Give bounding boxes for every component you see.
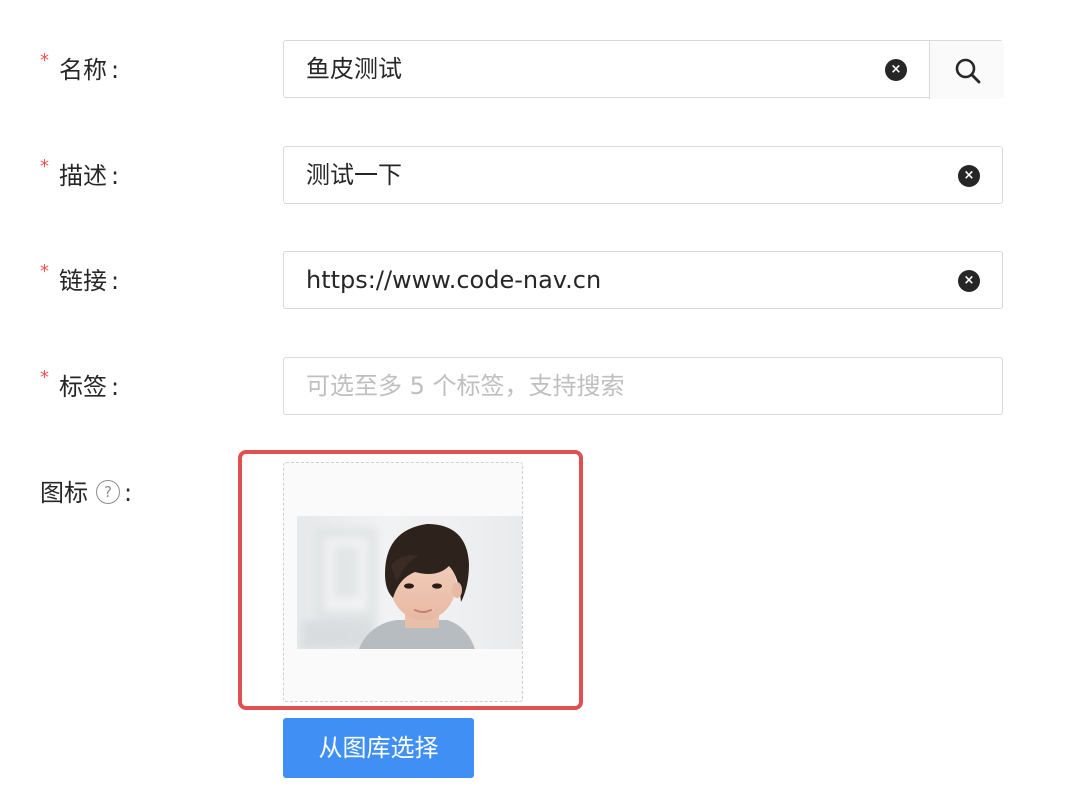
close-circle-icon[interactable]: × <box>958 165 980 187</box>
portrait-image <box>302 524 475 649</box>
link-input[interactable]: https://www.code-nav.cn × <box>283 251 1003 309</box>
form-row-link: * 链接: https://www.code-nav.cn × <box>0 251 1080 311</box>
required-mark: * <box>40 50 49 71</box>
name-label-text: 名称 <box>59 56 107 84</box>
label-colon: : <box>111 162 120 190</box>
tags-label: 标签: <box>59 357 119 417</box>
form-row-tags: * 标签: 可选至多 5 个标签，支持搜索 <box>0 357 1080 417</box>
description-input[interactable]: 测试一下 × <box>283 146 1003 204</box>
tags-label-text: 标签 <box>59 373 107 401</box>
required-mark: * <box>40 261 49 282</box>
name-label: 名称: <box>59 40 119 100</box>
label-colon: : <box>111 56 120 84</box>
icon-label-text: 图标 <box>40 479 88 507</box>
close-circle-icon[interactable]: × <box>885 59 907 81</box>
link-label-text: 链接 <box>59 267 107 295</box>
link-input-value: https://www.code-nav.cn <box>306 266 602 294</box>
description-label: 描述: <box>59 146 119 206</box>
label-colon: : <box>111 267 120 295</box>
select-from-gallery-button[interactable]: 从图库选择 <box>283 718 474 778</box>
tags-select[interactable]: 可选至多 5 个标签，支持搜索 <box>283 357 1003 415</box>
form-row-description: * 描述: 测试一下 × <box>0 146 1080 206</box>
search-icon <box>955 58 981 84</box>
required-mark: * <box>40 156 49 177</box>
description-label-text: 描述 <box>59 162 107 190</box>
label-colon: : <box>111 373 120 401</box>
question-circle-icon[interactable]: ? <box>96 480 120 504</box>
required-mark: * <box>40 367 49 388</box>
label-colon: : <box>124 479 133 507</box>
icon-upload-area[interactable] <box>283 462 523 702</box>
icon-preview-image <box>297 516 522 649</box>
form-row-name: * 名称: 鱼皮测试 × <box>0 40 1080 100</box>
link-label: 链接: <box>59 251 119 311</box>
description-input-value: 测试一下 <box>306 161 402 189</box>
icon-label: 图标?: <box>40 478 132 508</box>
name-input-value: 鱼皮测试 <box>306 55 402 83</box>
search-button[interactable] <box>929 41 1004 99</box>
tags-placeholder: 可选至多 5 个标签，支持搜索 <box>306 372 625 400</box>
close-circle-icon[interactable]: × <box>958 270 980 292</box>
name-input[interactable]: 鱼皮测试 × <box>283 40 1004 99</box>
